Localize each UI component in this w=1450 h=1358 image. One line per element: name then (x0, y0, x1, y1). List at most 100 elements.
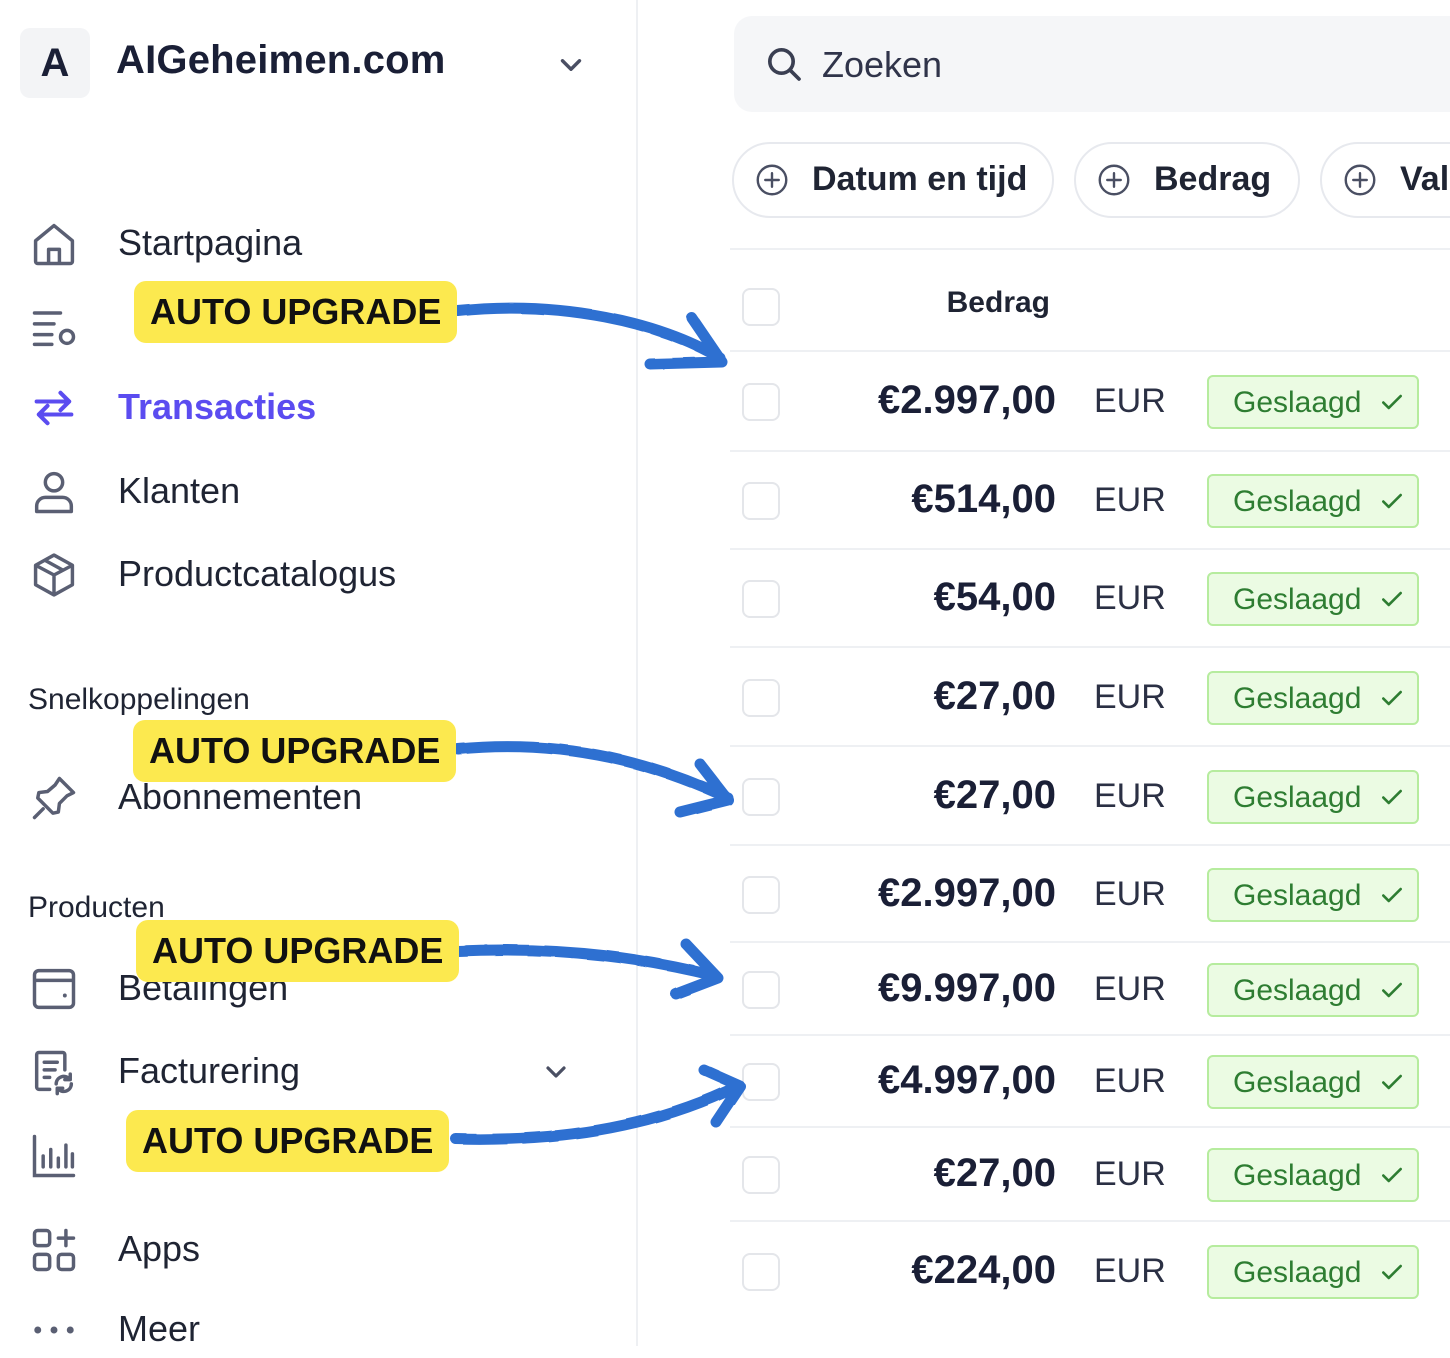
filter-chip-label: Bedrag (1154, 160, 1272, 198)
status-label: Geslaagd (1233, 879, 1362, 912)
search-input[interactable]: Zoeken (734, 16, 1450, 112)
transactions-table: Bedrag €2.997,00 EUR Geslaagd €514,00 EUR Ges… (730, 248, 1450, 1350)
checkmark-icon (1382, 690, 1402, 706)
chevron-down-icon[interactable] (540, 1056, 572, 1088)
sidebar-item-transactions[interactable]: Transacties (28, 376, 628, 436)
table-row[interactable]: €514,00 EUR Geslaagd (730, 450, 1450, 550)
status-badge: Geslaagd (1207, 671, 1419, 725)
table-row[interactable]: €54,00 EUR Geslaagd (730, 548, 1450, 648)
more-dots-icon (34, 1326, 74, 1334)
status-badge: Geslaagd (1207, 963, 1419, 1017)
plus-circle-icon (1344, 164, 1376, 196)
account-switcher[interactable]: A AIGeheimen.com (20, 28, 620, 98)
row-currency: EUR (1094, 1155, 1166, 1193)
sidebar-item-more[interactable]: Meer (28, 1298, 628, 1358)
checkmark-icon (1382, 1264, 1402, 1280)
row-currency: EUR (1094, 1252, 1166, 1290)
status-badge: Geslaagd (1207, 1245, 1419, 1299)
filter-chip-amount[interactable]: Bedrag (1074, 142, 1300, 218)
row-currency: EUR (1094, 970, 1166, 1008)
sidebar-item-label: Abonnementen (118, 776, 363, 817)
filter-chip-label: Val (1400, 160, 1450, 198)
sidebar-item-label: Productcatalogus (118, 553, 397, 594)
user-icon (34, 471, 74, 514)
sidebar-item-apps[interactable]: Apps (28, 1218, 628, 1278)
plus-circle-icon (756, 164, 788, 196)
row-currency: EUR (1094, 875, 1166, 913)
table-row[interactable]: €2.997,00 EUR Geslaagd (730, 844, 1450, 943)
row-amount: €514,00 (911, 477, 1056, 521)
chevron-down-icon[interactable] (554, 48, 588, 82)
status-label: Geslaagd (1233, 1256, 1362, 1289)
status-label: Geslaagd (1233, 781, 1362, 814)
status-badge: Geslaagd (1207, 474, 1419, 528)
column-header-amount: Bedrag (946, 286, 1050, 319)
status-label: Geslaagd (1233, 1159, 1362, 1192)
row-currency: EUR (1094, 678, 1166, 716)
status-label: Geslaagd (1233, 974, 1362, 1007)
select-all-checkbox[interactable] (742, 288, 780, 326)
pin-icon (32, 776, 76, 820)
apps-grid-icon (32, 1228, 76, 1272)
checkmark-icon (1382, 887, 1402, 903)
home-icon (33, 223, 75, 266)
status-badge: Geslaagd (1207, 572, 1419, 626)
auto-upgrade-badge: AUTO UPGRADE (136, 920, 460, 982)
table-row[interactable]: €27,00 EUR Geslaagd (730, 646, 1450, 747)
filter-chip-currency[interactable]: Val (1320, 142, 1450, 218)
row-checkbox[interactable] (742, 971, 780, 1009)
row-amount: €27,00 (933, 1151, 1056, 1195)
table-row[interactable]: €27,00 EUR Geslaagd (730, 1126, 1450, 1222)
filter-chip-date[interactable]: Datum en tijd (732, 142, 1054, 218)
status-badge: Geslaagd (1207, 770, 1419, 824)
table-row[interactable]: €9.997,00 EUR Geslaagd (730, 941, 1450, 1036)
table-row[interactable]: €4.997,00 EUR Geslaagd (730, 1034, 1450, 1128)
status-badge: Geslaagd (1207, 868, 1419, 922)
sidebar-item-label: Transacties (118, 386, 317, 427)
bar-chart-icon (32, 1134, 76, 1178)
row-checkbox[interactable] (742, 876, 780, 914)
checkmark-icon (1382, 394, 1402, 410)
account-name: AIGeheimen.com (116, 38, 446, 82)
checkmark-icon (1382, 1167, 1402, 1183)
checkmark-icon (1382, 493, 1402, 509)
row-checkbox[interactable] (742, 580, 780, 618)
account-avatar: A (20, 28, 90, 98)
auto-upgrade-badge: AUTO UPGRADE (126, 1110, 450, 1172)
search-placeholder: Zoeken (822, 44, 943, 85)
row-amount: €2.997,00 (878, 871, 1056, 915)
row-currency: EUR (1094, 777, 1166, 815)
row-amount: €54,00 (933, 575, 1056, 619)
row-amount: €9.997,00 (878, 966, 1056, 1010)
row-checkbox[interactable] (742, 482, 780, 520)
sidebar-item-label: Startpagina (118, 222, 303, 263)
sidebar-item-label: Apps (118, 1228, 201, 1269)
sidebar-item-billing[interactable]: Facturering (28, 1040, 628, 1100)
status-label: Geslaagd (1233, 682, 1362, 715)
sidebar-item-catalog[interactable]: Productcatalogus (28, 543, 628, 603)
row-checkbox[interactable] (742, 383, 780, 421)
status-badge: Geslaagd (1207, 1055, 1419, 1109)
row-currency: EUR (1094, 481, 1166, 519)
row-amount: €224,00 (911, 1248, 1056, 1292)
table-row[interactable]: €224,00 EUR Geslaagd (730, 1220, 1450, 1322)
row-checkbox[interactable] (742, 778, 780, 816)
sidebar-item-label: Klanten (118, 470, 241, 511)
row-checkbox[interactable] (742, 1253, 780, 1291)
status-badge: Geslaagd (1207, 375, 1419, 429)
window-icon (32, 968, 76, 1010)
sidebar-item-customers[interactable]: Klanten (28, 460, 628, 520)
table-row[interactable]: €27,00 EUR Geslaagd (730, 745, 1450, 846)
sidebar-item-label: Facturering (118, 1050, 301, 1091)
status-label: Geslaagd (1233, 485, 1362, 518)
list-settings-icon (32, 311, 76, 347)
status-badge: Geslaagd (1207, 1148, 1419, 1202)
section-label-shortcuts: Snelkoppelingen (28, 683, 250, 716)
main-content: Zoeken Datum en tijd Bedrag Val Bedrag €… (638, 0, 1450, 1346)
row-checkbox[interactable] (742, 1156, 780, 1194)
plus-circle-icon (1098, 164, 1130, 196)
row-checkbox[interactable] (742, 1063, 780, 1101)
sidebar-item-home[interactable]: Startpagina (28, 212, 628, 272)
table-row[interactable]: €2.997,00 EUR Geslaagd (730, 350, 1450, 452)
row-checkbox[interactable] (742, 679, 780, 717)
